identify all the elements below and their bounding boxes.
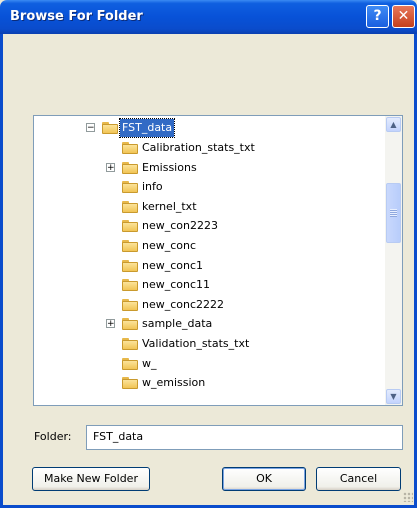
window-title: Browse For Folder [10,9,143,24]
tree-item-label[interactable]: new_conc2222 [140,296,226,314]
tree-item-label[interactable]: Calibration_stats_txt [140,139,257,157]
folder-label: Folder: [34,430,72,443]
folder-icon [122,161,138,174]
expand-icon[interactable]: + [106,162,115,172]
folder-icon [122,279,138,292]
folder-icon [122,181,138,194]
expand-icon[interactable]: + [106,319,115,329]
collapse-icon[interactable]: − [86,123,95,133]
scroll-down-icon[interactable]: ▼ [386,389,401,404]
tree-item-label[interactable]: w_emission [140,374,207,392]
tree-item-label[interactable]: new_conc11 [140,276,212,294]
folder-input[interactable]: FST_data [86,425,403,450]
vertical-scrollbar[interactable]: ▲ ▼ [385,116,402,405]
tree-item-label[interactable]: w_ [140,355,159,373]
folder-icon [122,259,138,272]
folder-icon [122,240,138,252]
folder-tree[interactable]: − FST_data Calibration_stats_txt + Emissio… [33,115,403,406]
resize-grip[interactable] [403,492,413,502]
tree-item-label[interactable]: Validation_stats_txt [140,335,251,353]
tree-item-label[interactable]: new_conc1 [140,257,205,275]
folder-icon [122,200,138,213]
tree-item-label[interactable]: Emissions [140,159,199,177]
folder-icon [122,377,138,390]
folder-icon [122,357,138,370]
scrollbar-thumb[interactable] [386,183,401,243]
scroll-up-icon[interactable]: ▲ [386,117,401,132]
folder-icon [122,298,138,311]
ok-button[interactable]: OK [222,467,306,491]
cancel-button[interactable]: Cancel [316,467,401,491]
title-bar[interactable]: Browse For Folder ? ✕ [0,0,417,34]
help-icon[interactable]: ? [366,5,389,28]
tree-item-label[interactable]: new_con2223 [140,217,220,235]
folder-open-icon [102,122,118,134]
close-icon[interactable]: ✕ [392,5,415,28]
tree-root-label[interactable]: FST_data [118,118,176,138]
folder-icon [122,220,138,233]
tree-item-label[interactable]: new_conc [140,237,198,255]
tree-item-label[interactable]: sample_data [140,315,214,333]
folder-icon [122,318,138,331]
folder-icon [122,142,138,154]
tree-item-label[interactable]: kernel_txt [140,198,199,216]
folder-icon [122,338,138,350]
make-new-folder-button[interactable]: Make New Folder [32,467,150,491]
tree-item-label[interactable]: info [140,178,165,196]
